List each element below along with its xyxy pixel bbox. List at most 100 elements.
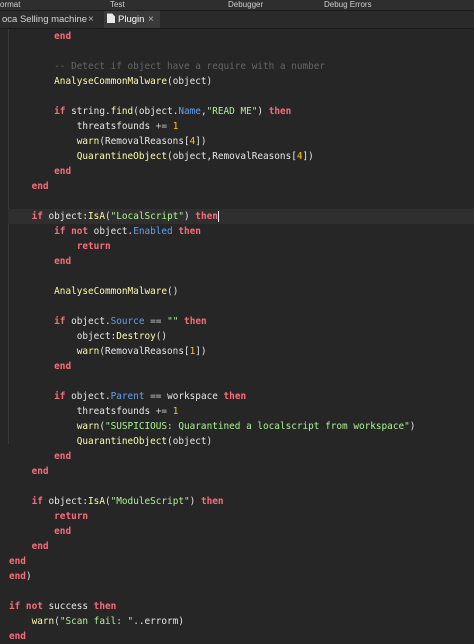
code-token: if not xyxy=(9,601,49,612)
menu-item-format[interactable]: ormat xyxy=(0,0,20,10)
code-token: QuarantineObject xyxy=(76,436,168,447)
code-token: QuarantineObject xyxy=(76,151,168,162)
code-line[interactable]: QuarantineObject(object,RemovalReasons[4… xyxy=(9,149,314,164)
code-line[interactable]: object:Destroy() xyxy=(9,329,167,344)
code-token: threatsfounds xyxy=(9,406,156,417)
code-token: if xyxy=(54,316,72,327)
code-token: object: xyxy=(9,331,117,342)
code-line[interactable]: warn(RemovalReasons[1]) xyxy=(9,344,207,359)
code-line[interactable]: return xyxy=(9,509,88,524)
code-line[interactable]: end xyxy=(9,449,71,464)
editor-gutter xyxy=(0,29,9,444)
code-token: ]) xyxy=(195,346,207,357)
code-token: object. xyxy=(93,226,134,237)
code-token: if not xyxy=(54,226,94,237)
code-line[interactable]: end xyxy=(9,554,26,569)
code-token: Destroy xyxy=(116,331,156,342)
code-token: 1 xyxy=(172,406,179,417)
code-line[interactable]: end xyxy=(9,539,49,554)
code-token: Enabled xyxy=(133,226,173,237)
code-token: end xyxy=(54,361,72,372)
code-token: (RemovalReasons[ xyxy=(99,136,190,147)
code-line[interactable]: threatsfounds += 1 xyxy=(9,404,179,419)
code-line[interactable]: threatsfounds += 1 xyxy=(9,119,179,134)
code-line[interactable]: return xyxy=(9,239,111,254)
tab-label: Plugin xyxy=(118,14,145,25)
code-line[interactable]: end xyxy=(9,164,71,179)
code-token: ]) xyxy=(195,136,207,147)
code-token: success xyxy=(48,601,94,612)
code-line[interactable]: if object:IsA("ModuleScript") then xyxy=(9,494,224,509)
code-token: (object) xyxy=(167,436,213,447)
code-token: end xyxy=(54,256,72,267)
code-line[interactable]: QuarantineObject(object) xyxy=(9,434,212,449)
code-editor[interactable]: end -- Detect if object have a require w… xyxy=(0,29,474,642)
code-line[interactable]: -- Detect if object have a require with … xyxy=(9,59,325,74)
code-token: Source xyxy=(110,316,145,327)
code-line[interactable]: warn("Scan fail: "..errorm) xyxy=(9,614,184,629)
tab-label: oca Selling machine xyxy=(2,14,88,25)
tab-bar: oca Selling machine × Plugin × xyxy=(0,11,474,29)
tab-coca-selling-machine[interactable]: oca Selling machine × xyxy=(0,11,100,28)
menu-item-debug-errors[interactable]: Debug Errors xyxy=(324,0,372,10)
code-token: then xyxy=(93,601,117,612)
code-line[interactable]: warn("SUSPICIOUS: Quarantined a localscr… xyxy=(9,419,416,434)
code-line[interactable]: if object.Source == "" then xyxy=(9,314,206,329)
code-token: object: xyxy=(48,496,89,507)
code-token: end xyxy=(54,451,72,462)
code-line[interactable]: end xyxy=(9,29,71,44)
close-icon[interactable]: × xyxy=(88,11,94,28)
code-token: ) xyxy=(409,421,416,432)
code-token: == xyxy=(150,391,162,402)
menu-bar: ormat Test Debugger Debug Errors xyxy=(0,0,474,11)
code-line[interactable]: end) xyxy=(9,569,32,584)
tab-plugin[interactable]: Plugin × xyxy=(104,11,160,28)
code-line[interactable]: end xyxy=(9,464,49,479)
code-line[interactable]: end xyxy=(9,254,71,269)
code-line[interactable]: AnalyseCommonMalware() xyxy=(9,284,178,299)
code-token: (object) xyxy=(167,76,213,87)
code-token: then xyxy=(178,226,201,237)
code-token: ) xyxy=(184,211,196,222)
close-icon[interactable]: × xyxy=(148,11,154,28)
code-token: warn xyxy=(31,616,55,627)
code-token: string xyxy=(71,106,105,117)
code-token: IsA xyxy=(88,211,105,222)
code-token: "READ ME" xyxy=(206,106,258,117)
code-token: return xyxy=(76,241,111,252)
code-line[interactable]: if string.find(object.Name,"READ ME") th… xyxy=(9,104,291,119)
text-cursor xyxy=(217,211,219,222)
code-line[interactable]: if not success then xyxy=(9,599,116,614)
code-token: find xyxy=(110,106,134,117)
code-line[interactable]: if object.Parent == workspace then xyxy=(9,389,246,404)
code-line[interactable]: end xyxy=(9,629,26,644)
code-line[interactable]: end xyxy=(9,359,71,374)
code-line[interactable]: end xyxy=(9,179,49,194)
code-token: Name xyxy=(178,106,201,117)
menu-item-test[interactable]: Test xyxy=(110,0,125,10)
code-token: += xyxy=(155,121,168,132)
menu-item-debugger[interactable]: Debugger xyxy=(228,0,263,10)
code-line[interactable]: end xyxy=(9,524,71,539)
code-token: then xyxy=(200,496,224,507)
code-line[interactable]: AnalyseCommonMalware(object) xyxy=(9,74,212,89)
code-token: then xyxy=(268,106,292,117)
code-line[interactable]: warn(RemovalReasons[4]) xyxy=(9,134,207,149)
code-line[interactable]: if object:IsA("LocalScript") then xyxy=(8,209,474,224)
code-token: () xyxy=(155,331,168,342)
code-line[interactable]: if not object.Enabled then xyxy=(9,224,201,239)
code-token: (object. xyxy=(133,106,179,117)
code-token: "ModuleScript" xyxy=(110,496,190,507)
code-token: () xyxy=(167,286,179,297)
code-token: "SUSPICIOUS: Quarantined a localscript f… xyxy=(104,421,410,432)
